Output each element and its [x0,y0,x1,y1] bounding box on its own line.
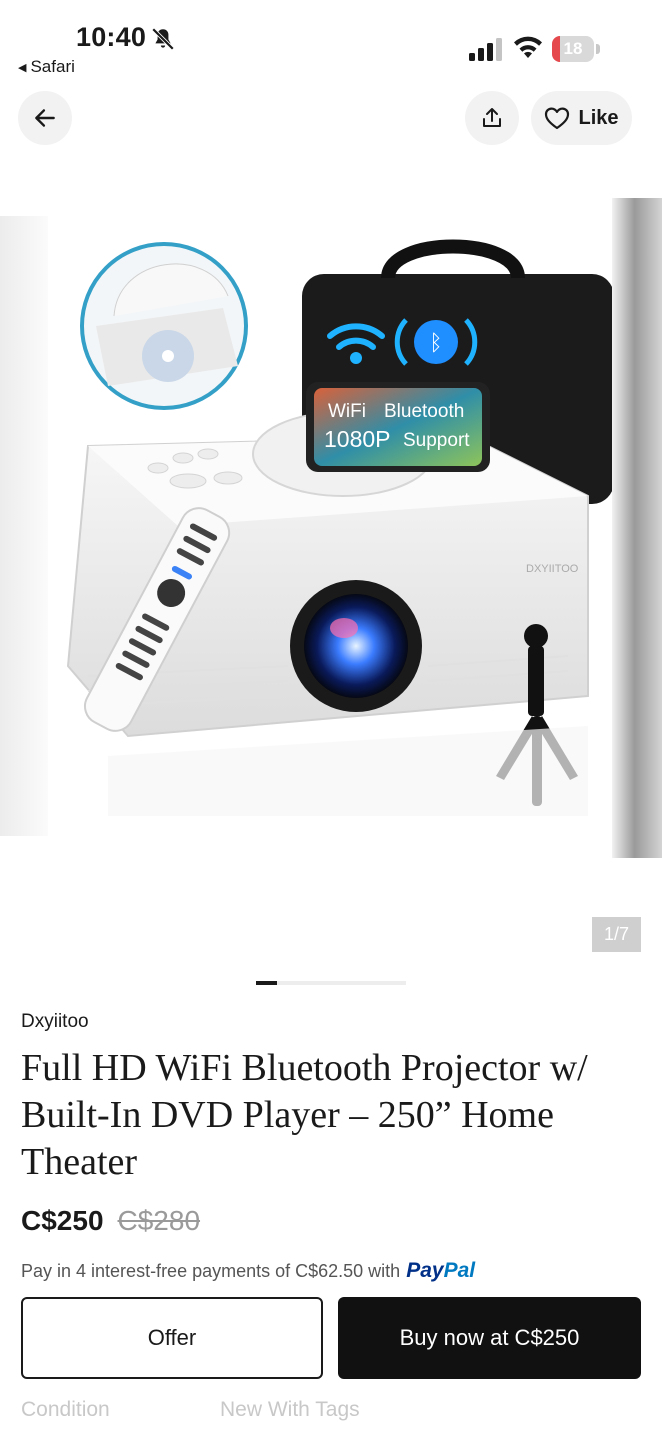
product-title: Full HD WiFi Bluetooth Projector w/ Buil… [21,1047,588,1183]
back-button[interactable] [18,91,72,145]
product-image-gallery[interactable]: ᛒ WiFi Bluetooth 1080P Support DXYIITOO [0,196,662,858]
like-label: Like [578,106,619,129]
image-text-resolution: 1080P [324,426,391,452]
like-button[interactable]: Like [531,91,632,145]
status-time: 10:40 [76,22,147,52]
product-brand[interactable]: Dxyiitoo [21,1011,89,1033]
image-text-wifi: WiFi [328,401,366,422]
buy-now-button[interactable]: Buy now at C$250 [338,1297,641,1379]
product-price: C$250 [21,1205,104,1236]
arrow-left-icon [35,109,55,127]
offer-button[interactable]: Offer [21,1297,323,1379]
battery-percent: 18 [563,39,583,58]
back-triangle-icon: ◀ [18,61,27,74]
heart-icon [545,107,570,130]
condition-value: New With Tags [220,1398,360,1421]
image-counter: 1/7 [592,917,641,952]
image-text-bluetooth: Bluetooth [384,401,464,422]
wifi-icon [514,36,542,58]
paypal-installments[interactable]: Pay in 4 interest-free payments of C$62.… [21,1259,475,1283]
status-bar: 10:40 ◀ Safari 18 [0,0,662,84]
paypal-logo: PayPal [406,1259,476,1282]
original-price: C$280 [117,1205,201,1236]
bell-slash-icon [151,27,175,51]
back-to-safari-link[interactable]: ◀ Safari [18,57,75,77]
action-bar: Offer Buy now at C$250 [0,1292,662,1388]
paypal-text: Pay in 4 interest-free payments of C$62.… [21,1261,401,1281]
next-image-peek [612,198,662,858]
svg-text:ᛒ: ᛒ [429,331,442,356]
share-icon [483,108,501,127]
image-text-support: Support [403,430,470,451]
battery-icon: 18 [552,36,600,62]
previous-image-peek [0,216,48,836]
cellular-signal-icon [469,38,502,61]
product-image: ᛒ WiFi Bluetooth 1080P Support DXYIITOO [48,196,612,816]
pager-active-indicator [256,981,277,985]
image-pager [256,981,406,985]
condition-label: Condition [21,1398,110,1421]
image-brand-mark: DXYIITOO [526,563,579,575]
price-row: C$250 C$280 [21,1205,200,1237]
share-button[interactable] [465,91,519,145]
back-app-label: Safari [30,57,75,76]
